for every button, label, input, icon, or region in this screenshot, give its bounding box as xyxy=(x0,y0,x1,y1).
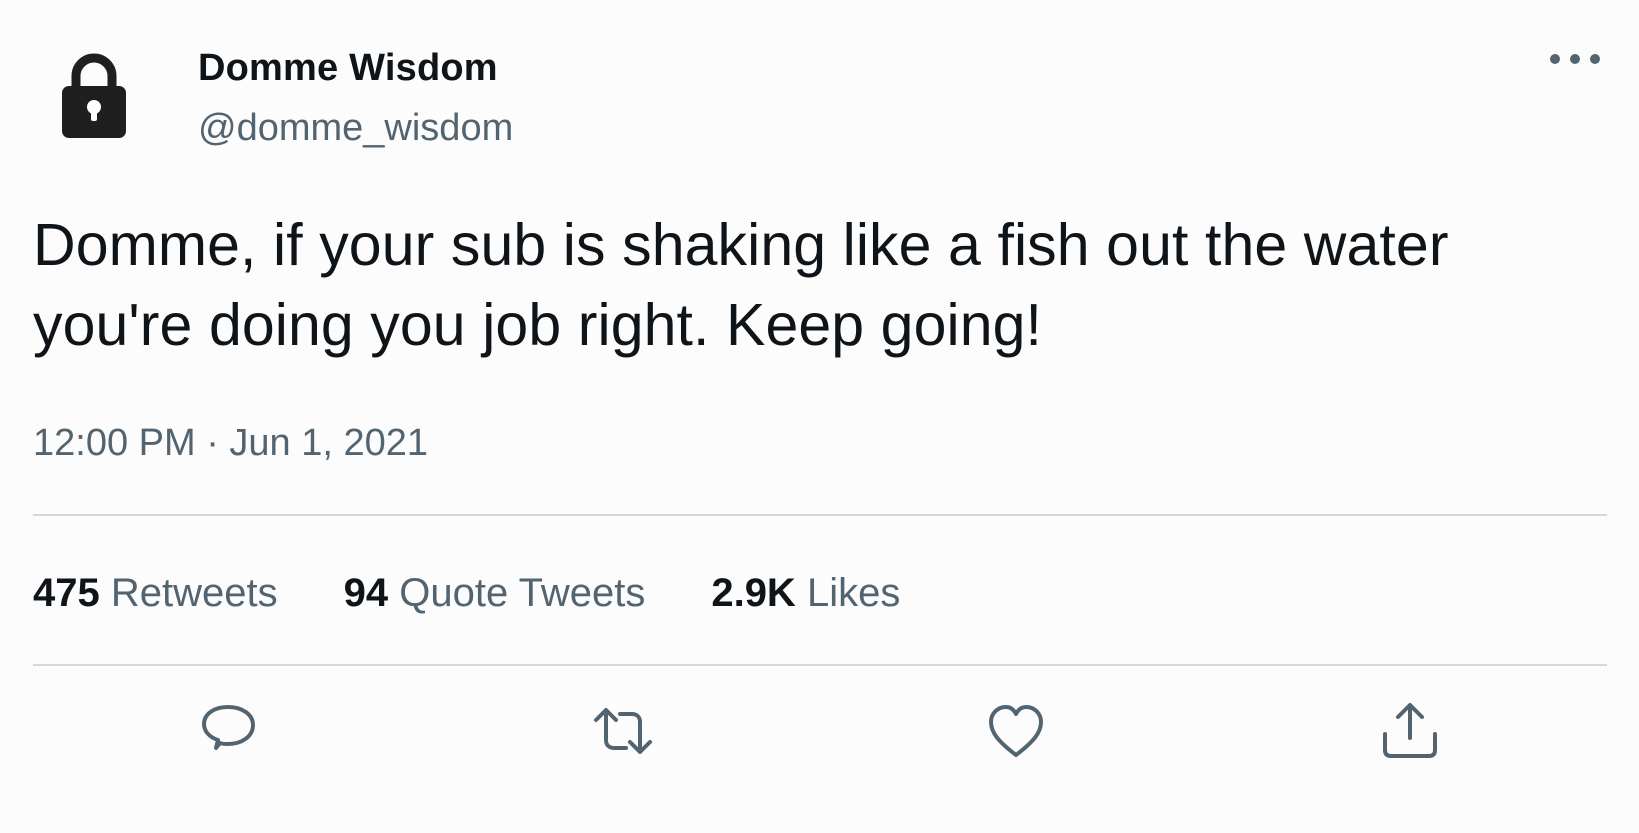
retweets-label: Retweets xyxy=(110,571,278,615)
action-bar xyxy=(0,700,1639,770)
tweet-stats: 475 Retweets 94 Quote Tweets 2.9K Likes xyxy=(33,570,900,616)
tweet-timestamp[interactable]: 12:00 PM · Jun 1, 2021 xyxy=(33,420,428,466)
retweets-stat[interactable]: 475 Retweets xyxy=(33,570,278,616)
more-icon xyxy=(1550,54,1600,64)
retweets-count: 475 xyxy=(33,571,100,615)
more-options-button[interactable] xyxy=(1545,46,1605,72)
lock-icon xyxy=(62,53,126,138)
divider xyxy=(33,664,1607,666)
heart-icon xyxy=(989,705,1043,757)
quote-tweets-count: 94 xyxy=(343,571,389,615)
share-icon xyxy=(1383,703,1437,758)
author-info: Domme Wisdom @domme_wisdom xyxy=(198,46,513,150)
user-handle[interactable]: @domme_wisdom xyxy=(198,106,513,150)
quote-tweets-stat[interactable]: 94 Quote Tweets xyxy=(344,570,646,616)
reply-button[interactable] xyxy=(198,700,260,762)
likes-label: Likes xyxy=(806,571,901,615)
retweet-button[interactable] xyxy=(592,700,654,762)
like-button[interactable] xyxy=(985,700,1047,762)
display-name[interactable]: Domme Wisdom xyxy=(198,46,513,90)
divider xyxy=(33,514,1607,516)
tweet-card: Domme Wisdom @domme_wisdom Domme, if you… xyxy=(0,0,1639,833)
likes-count: 2.9K xyxy=(711,571,796,615)
share-button[interactable] xyxy=(1379,700,1441,762)
reply-icon xyxy=(202,705,255,750)
quote-tweets-label: Quote Tweets xyxy=(399,571,646,615)
avatar[interactable] xyxy=(62,52,126,138)
likes-stat[interactable]: 2.9K Likes xyxy=(711,570,900,616)
retweet-icon xyxy=(594,708,652,754)
tweet-text: Domme, if your sub is shaking like a fis… xyxy=(33,212,1449,358)
